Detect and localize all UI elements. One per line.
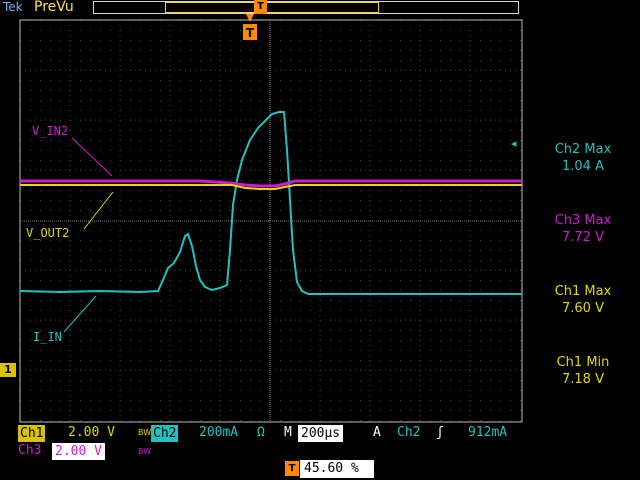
v-out2-label: V_OUT2 [26,226,70,240]
ch2-impedance-icon: Ω [257,425,265,440]
timebase-label: M [284,425,292,440]
ch3-label[interactable]: Ch3 [18,443,41,458]
timebase-value[interactable]: 200µs [298,425,344,442]
measurement-ch3-max: Ch3 Max 7.72 V [524,212,640,246]
ch3-bandwidth-icon: BW [138,447,152,456]
ch1-label: Ch1 [20,426,44,441]
ch1-scale[interactable]: 2.00 V [68,425,115,440]
measurement-label: Ch1 Min [556,355,610,370]
trigger-position-value[interactable]: 45.60 % [300,460,374,478]
measurement-ch1-max: Ch1 Max 7.60 V [524,283,640,317]
measurement-ch1-min: Ch1 Min 7.18 V [524,354,640,388]
ch2-badge[interactable]: Ch2 [151,425,179,442]
trigger-slope-icon: ʃ [436,425,444,440]
measurement-ch2-max: Ch2 Max 1.04 A [524,141,640,175]
ch2-label: Ch2 [153,426,177,441]
trigger-source[interactable]: Ch2 [397,425,420,440]
ch1-ground-marker[interactable]: 1 [0,363,16,377]
ch2-scale[interactable]: 200mA [199,425,238,440]
measurement-value: 1.04 A [562,159,604,174]
measurement-label: Ch2 Max [554,142,612,157]
trigger-position-icon: T [285,461,299,476]
measurement-label: Ch1 Max [554,284,612,299]
ch1-bandwidth-icon: BW [138,428,152,437]
ch2-level-marker-icon: ◂ [511,137,517,150]
ch1-badge[interactable]: Ch1 [18,425,46,442]
ch3-scale[interactable]: 2.00 V [52,443,105,460]
measurement-value: 7.72 V [562,230,604,245]
measurement-label: Ch3 Max [554,213,612,228]
v-in2-label: V_IN2 [32,124,69,138]
measurement-value: 7.60 V [562,301,604,316]
i-in-label: I_IN [33,330,62,344]
trigger-level[interactable]: 912mA [468,425,507,440]
trigger-mode[interactable]: A [373,425,381,440]
measurement-value: 7.18 V [562,372,604,387]
